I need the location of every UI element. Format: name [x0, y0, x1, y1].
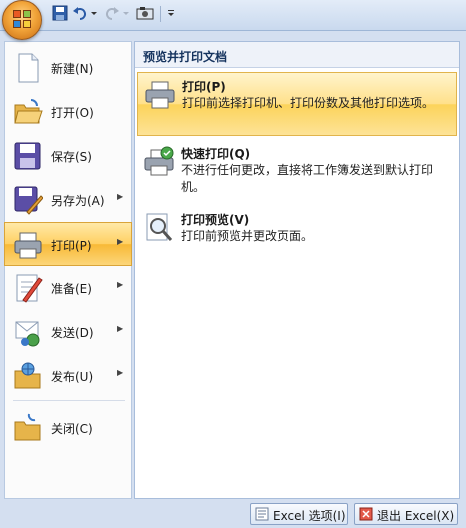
exit-excel-button[interactable]: 退出 Excel(X)	[354, 503, 458, 525]
submenu-item-description: 打印前选择打印机、打印份数及其他打印选项。	[182, 96, 435, 110]
save-disk-icon	[13, 140, 43, 172]
excel-options-label: Excel 选项(I)	[273, 509, 346, 523]
menu-item-publish[interactable]: 发布(U) ▶	[5, 354, 131, 398]
submenu-item-title: 打印预览(V)	[181, 213, 250, 227]
submenu-arrow-icon: ▶	[117, 280, 124, 289]
submenu-arrow-icon: ▶	[117, 237, 124, 246]
submenu-arrow-icon: ▶	[117, 192, 124, 201]
menu-item-prepare[interactable]: 准备(E) ▶	[5, 266, 131, 310]
save-icon[interactable]	[52, 5, 68, 23]
menu-item-new[interactable]: 新建(N)	[5, 46, 131, 90]
submenu-arrow-icon: ▶	[117, 368, 124, 377]
save-as-icon	[13, 184, 43, 216]
undo-dropdown-icon[interactable]	[90, 5, 98, 23]
new-document-icon	[13, 52, 43, 84]
menu-item-label: 准备(E)	[51, 282, 92, 296]
menu-left-pane: 新建(N) 打开(O) 保存(S) 另存为(A) ▶ 打印(P) ▶ 准备(E)…	[4, 41, 132, 499]
open-folder-icon	[13, 96, 43, 128]
office-button[interactable]	[2, 0, 42, 40]
submenu-item-print[interactable]: 打印(P) 打印前选择打印机、打印份数及其他打印选项。	[137, 72, 457, 136]
publish-icon	[13, 360, 43, 392]
printer-icon	[13, 229, 43, 261]
submenu-item-description: 不进行任何更改，直接将工作簿发送到默认打印机。	[181, 163, 434, 194]
excel-options-button[interactable]: Excel 选项(I)	[250, 503, 348, 525]
office-logo-icon	[13, 10, 33, 30]
office-menu: 新建(N) 打开(O) 保存(S) 另存为(A) ▶ 打印(P) ▶ 准备(E)…	[0, 30, 466, 528]
submenu-item-quick-print[interactable]: 快速打印(Q) 不进行任何更改，直接将工作簿发送到默认打印机。	[137, 140, 457, 200]
menu-item-label: 发送(D)	[51, 326, 94, 340]
camera-icon[interactable]	[136, 5, 154, 23]
printer-icon	[144, 79, 176, 111]
menu-item-label: 另存为(A)	[51, 194, 105, 208]
menu-item-save[interactable]: 保存(S)	[5, 134, 131, 178]
menu-item-send[interactable]: 发送(D) ▶	[5, 310, 131, 354]
undo-icon[interactable]	[72, 5, 88, 23]
menu-item-label: 新建(N)	[51, 62, 94, 76]
redo-icon	[104, 5, 120, 23]
exit-excel-label: 退出 Excel(X)	[377, 509, 455, 523]
print-preview-icon	[143, 212, 175, 244]
send-icon	[13, 316, 43, 348]
menu-item-label: 保存(S)	[51, 150, 92, 164]
menu-item-open[interactable]: 打开(O)	[5, 90, 131, 134]
menu-item-save-as[interactable]: 另存为(A) ▶	[5, 178, 131, 222]
submenu-item-print-preview[interactable]: 打印预览(V) 打印前预览并更改页面。	[137, 206, 457, 254]
quick-access-toolbar	[0, 0, 466, 40]
menu-item-close[interactable]: 关闭(C)	[5, 406, 131, 450]
menu-item-label: 关闭(C)	[51, 422, 93, 436]
prepare-icon	[13, 272, 43, 304]
customize-icon[interactable]	[166, 5, 176, 23]
menu-item-print[interactable]: 打印(P) ▶	[4, 222, 132, 266]
submenu-item-title: 打印(P)	[182, 80, 226, 94]
submenu-pane: 预览并打印文档 打印(P) 打印前选择打印机、打印份数及其他打印选项。 快速打印…	[134, 41, 460, 499]
toolbar-separator	[160, 6, 161, 22]
quick-print-icon	[143, 146, 175, 178]
options-icon	[255, 507, 269, 521]
menu-item-label: 打印(P)	[51, 239, 92, 253]
submenu-item-title: 快速打印(Q)	[181, 147, 251, 161]
menu-item-label: 发布(U)	[51, 370, 94, 384]
submenu-item-description: 打印前预览并更改页面。	[181, 229, 314, 243]
close-folder-icon	[13, 412, 43, 444]
redo-dropdown-icon	[122, 5, 130, 23]
submenu-header: 预览并打印文档	[135, 42, 459, 68]
menu-divider	[13, 400, 125, 401]
submenu-arrow-icon: ▶	[117, 324, 124, 333]
menu-item-label: 打开(O)	[51, 106, 94, 120]
submenu-title: 预览并打印文档	[143, 50, 228, 64]
exit-icon	[359, 507, 373, 521]
